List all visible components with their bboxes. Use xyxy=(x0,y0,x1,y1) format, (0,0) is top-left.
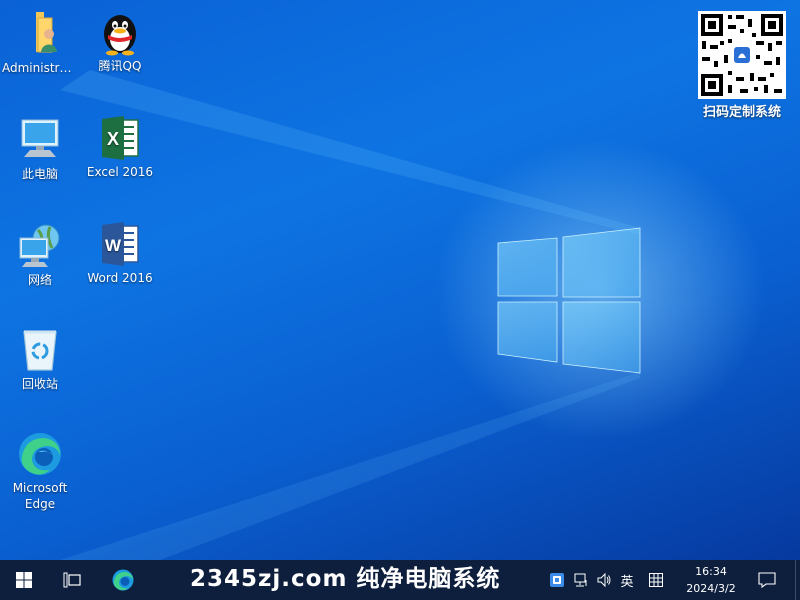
svg-text:W: W xyxy=(105,236,122,255)
taskbar: 2345zj.com 纯净电脑系统 英 16:34 2024/3/2 xyxy=(0,560,800,600)
speaker-icon xyxy=(597,572,611,588)
network-status-icon xyxy=(574,573,587,587)
desktop-icon-network[interactable]: 网络 xyxy=(0,222,80,288)
edge-icon xyxy=(112,569,134,591)
desktop-icon-administrator[interactable]: Administra... xyxy=(0,10,80,76)
notification-icon xyxy=(758,572,776,588)
word-icon: W xyxy=(96,220,144,268)
desktop-icon-qq[interactable]: 腾讯QQ xyxy=(80,8,160,74)
user-folder-icon xyxy=(16,10,64,58)
ime-mode-button[interactable] xyxy=(646,560,666,600)
qr-code-widget[interactable]: 扫码定制系统 xyxy=(697,11,787,120)
desktop-icon-label: 腾讯QQ xyxy=(98,59,142,73)
qr-caption: 扫码定制系统 xyxy=(702,105,781,120)
task-view-icon xyxy=(63,572,81,588)
desktop-icon-word[interactable]: W Word 2016 xyxy=(80,220,160,286)
desktop-icon-label: 此电脑 xyxy=(21,167,58,181)
clock-date: 2024/3/2 xyxy=(686,582,736,595)
qr-code-icon xyxy=(698,11,786,99)
notification-button[interactable] xyxy=(752,560,782,600)
windows-logo-icon xyxy=(16,572,32,588)
desktop-icon-label: 回收站 xyxy=(21,377,58,391)
this-pc-icon xyxy=(16,116,64,164)
clock-time: 16:34 xyxy=(695,565,727,578)
ime-language-label: 英 xyxy=(620,574,634,590)
start-button[interactable] xyxy=(6,560,42,600)
app-tray-icon xyxy=(550,573,564,587)
excel-icon: X xyxy=(96,114,144,162)
taskbar-clock[interactable]: 16:34 2024/3/2 xyxy=(680,563,742,597)
taskbar-banner: 2345zj.com 纯净电脑系统 xyxy=(190,566,501,592)
desktop-icon-label: Word 2016 xyxy=(87,271,153,285)
network-icon xyxy=(16,222,64,270)
desktop-icon-label: Administra... xyxy=(2,61,79,75)
taskbar-edge-button[interactable] xyxy=(104,560,142,600)
tray-volume[interactable] xyxy=(593,560,615,600)
desktop-icon-label: Microsoft Edge xyxy=(12,481,68,511)
desktop-icon-edge[interactable]: Microsoft Edge xyxy=(0,430,80,512)
edge-icon xyxy=(16,430,64,478)
svg-text:X: X xyxy=(107,129,119,149)
desktop-icon-excel[interactable]: X Excel 2016 xyxy=(80,114,160,180)
desktop[interactable]: Administra... 腾讯QQ 此电脑 X Excel 2016 网络 W… xyxy=(0,0,800,560)
ime-language-button[interactable]: 英 xyxy=(616,560,638,600)
ime-grid-icon xyxy=(649,573,663,587)
desktop-icon-label: 网络 xyxy=(27,273,52,287)
desktop-icon-recycle-bin[interactable]: 回收站 xyxy=(0,326,80,392)
recycle-bin-icon xyxy=(16,326,64,374)
tray-network[interactable] xyxy=(570,560,592,600)
show-desktop-button[interactable] xyxy=(795,560,800,600)
qq-penguin-icon xyxy=(96,8,144,56)
desktop-icon-label: Excel 2016 xyxy=(86,165,154,179)
desktop-icon-this-pc[interactable]: 此电脑 xyxy=(0,116,80,182)
task-view-button[interactable] xyxy=(54,560,90,600)
tray-app-icon[interactable] xyxy=(546,560,568,600)
